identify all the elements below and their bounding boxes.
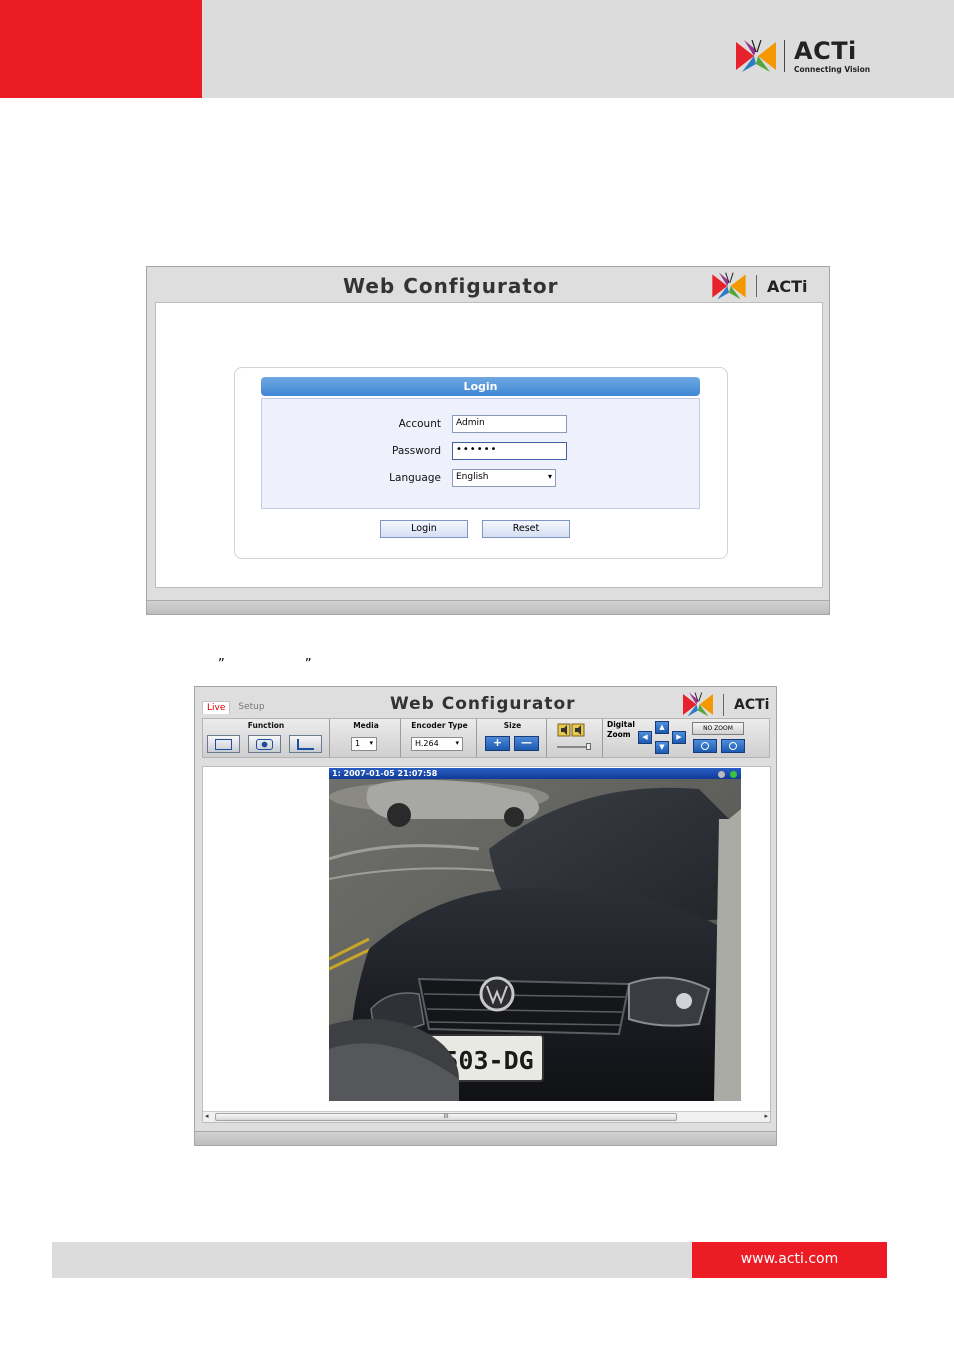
media-value: 1 [355,739,361,748]
media-label: Media [353,721,379,730]
acti-brand-logo: ACTi Connecting Vision [734,36,870,76]
account-row: Account Admin [262,415,701,435]
password-input[interactable]: •••••• [452,442,567,460]
language-select[interactable]: English ▾ [452,469,556,487]
size-decrease-button[interactable]: — [514,736,539,751]
login-window-title: Web Configurator [343,274,559,298]
size-increase-button[interactable]: + [485,736,510,751]
pan-up-button[interactable]: ▲ [655,721,669,734]
arrow-down-icon: ▼ [659,743,665,751]
chevron-down-icon: ▾ [455,739,459,747]
function-label: Function [247,721,285,730]
volume-slider[interactable] [557,746,589,748]
login-button[interactable]: Login [380,520,468,538]
function-group: Function [203,719,330,757]
zoom-out-button[interactable] [693,739,717,753]
scroll-grip: III [443,1113,449,1120]
live-window: Live Setup Web Configurator ACTi Functio… [194,686,777,1146]
account-input[interactable]: Admin [452,415,567,433]
acti-butterfly-icon [683,692,713,717]
header-red-block [0,0,202,98]
chevron-down-icon: ▾ [547,472,552,481]
login-logo-text: ACTi [767,276,808,296]
camera-video-feed: 1503-DG [329,779,741,1101]
footer-url[interactable]: www.acti.com [692,1242,887,1278]
media-group: Media 1 ▾ [332,719,401,757]
volume-slider-handle[interactable] [586,743,591,750]
speaker-icon[interactable] [557,723,585,737]
fullscreen-button[interactable] [207,735,240,753]
encoder-type-select[interactable]: H.264 ▾ [411,737,463,751]
login-window-logo: ACTi [710,271,808,301]
pan-down-button[interactable]: ▼ [655,741,669,754]
login-status-strip [147,600,829,614]
login-content-area: Login Account Admin Password •••••• Lang… [155,302,823,588]
size-label: Size [503,721,522,730]
document-footer: www.acti.com [52,1242,887,1278]
acti-butterfly-icon [712,272,746,300]
minimize-icon[interactable] [718,771,726,778]
language-row: Language English ▾ [262,469,701,489]
login-card: Login Account Admin Password •••••• Lang… [234,367,728,559]
camera-icon [256,739,273,750]
digital-zoom-group: Digital Zoom ▲ ◀ ▶ ▼ NO ZOOM [605,719,755,757]
snapshot-button[interactable] [248,735,281,753]
zoom-in-button[interactable] [721,739,745,753]
live-toolbar: Function Media 1 ▾ Encoder Type H.264 ▾ … [202,718,770,758]
language-label: Language [389,472,441,484]
car-video-image: 1503-DG [329,779,741,1101]
video-overlay-bar: 1: 2007-01-05 21:07:58 [329,768,741,779]
media-select[interactable]: 1 ▾ [351,737,377,751]
live-window-logo: ACTi [681,691,769,718]
live-window-title: Web Configurator [390,694,576,714]
scroll-thumb[interactable]: III [215,1113,677,1121]
arrow-up-icon: ▲ [659,723,665,731]
login-form: Account Admin Password •••••• Language E… [261,398,700,509]
reset-button[interactable]: Reset [482,520,570,538]
size-group: Size + — [479,719,547,757]
document-header: ACTi Connecting Vision [0,0,954,98]
record-icon [297,739,314,750]
encoder-group: Encoder Type H.264 ▾ [403,719,477,757]
account-label: Account [398,418,441,430]
brand-tagline: Connecting Vision [794,64,871,74]
status-dot-icon[interactable] [730,771,737,778]
password-label: Password [391,445,441,457]
horizontal-scrollbar[interactable]: ◂ III ▸ [203,1111,770,1122]
pan-left-button[interactable]: ◀ [638,731,652,744]
acti-butterfly-icon [736,39,776,72]
scroll-right-icon[interactable]: ▸ [764,1112,768,1120]
password-row: Password •••••• [262,442,701,462]
live-status-strip [195,1131,776,1145]
zoom-out-icon [701,742,709,750]
quote-marks: ” ” [218,657,350,672]
live-view-area: 1: 2007-01-05 21:07:58 1503-DG ◂ III ▸ [202,766,771,1123]
tab-setup[interactable]: Setup [234,701,268,714]
video-timestamp: 1: 2007-01-05 21:07:58 [332,769,438,778]
pan-right-button[interactable]: ▶ [672,731,686,744]
zoom-in-icon [729,742,737,750]
scroll-left-icon[interactable]: ◂ [205,1112,209,1120]
digital-zoom-label: Digital [607,720,635,729]
live-tabs: Live Setup [202,701,273,714]
login-window: Web Configurator ACTi Login Account Admi… [146,266,830,615]
chevron-down-icon: ▾ [369,739,373,747]
tab-live[interactable]: Live [202,701,231,714]
login-panel-title: Login [261,377,700,396]
zoom-label: Zoom [607,730,631,739]
record-button[interactable] [289,735,322,753]
live-logo-text: ACTi [734,696,770,713]
encoder-type-label: Encoder Type [411,721,468,730]
audio-group [549,719,603,757]
encoder-type-value: H.264 [415,739,439,748]
fullscreen-icon [215,739,232,750]
arrow-left-icon: ◀ [642,733,648,741]
arrow-right-icon: ▶ [676,733,682,741]
brand-name: ACTi [794,36,857,65]
no-zoom-button[interactable]: NO ZOOM [692,722,744,735]
language-value: English [456,472,489,482]
